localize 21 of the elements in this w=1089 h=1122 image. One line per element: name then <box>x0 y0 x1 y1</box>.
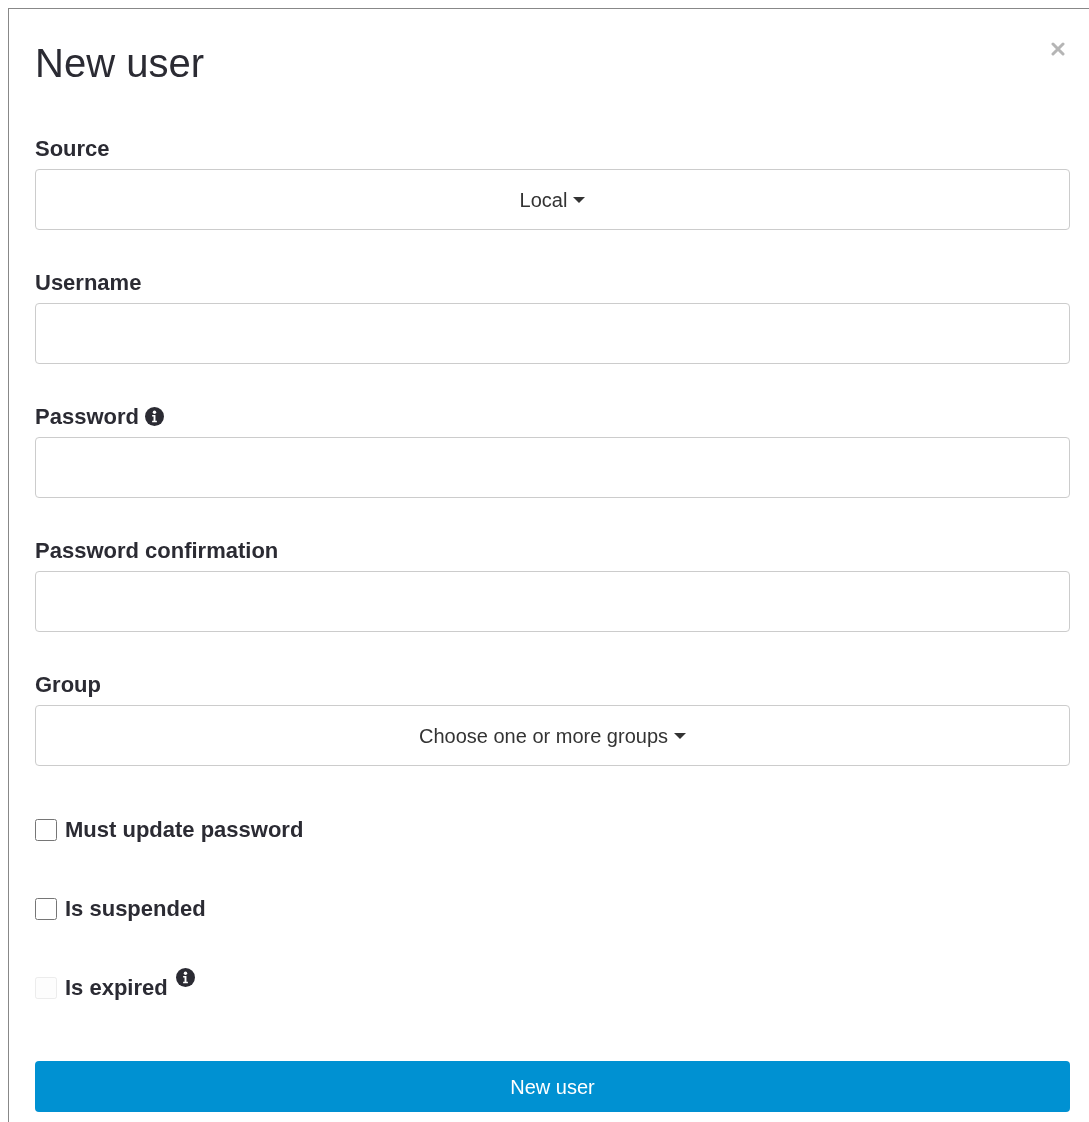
field-label: Username <box>35 268 142 297</box>
checkbox[interactable] <box>35 897 57 920</box>
checkbox-label: Is expired <box>65 974 168 1002</box>
dropdown-button[interactable]: Choose one or more groups <box>35 705 1070 766</box>
field-label: Source <box>35 134 110 163</box>
dropdown-button[interactable]: Local <box>35 169 1070 230</box>
field-label: Password <box>35 402 139 431</box>
close-icon <box>1051 42 1065 56</box>
field-label: Group <box>35 670 101 699</box>
field-label: Password confirmation <box>35 536 279 565</box>
dialog-title: New user <box>35 40 204 87</box>
new-user-button[interactable]: New user <box>35 1061 1070 1112</box>
checkbox-label: Must update password <box>65 816 304 844</box>
input-field[interactable] <box>35 437 1070 498</box>
checkbox[interactable] <box>35 818 57 841</box>
input-field[interactable] <box>35 303 1070 364</box>
close-button[interactable] <box>1051 42 1065 56</box>
caret-icon <box>573 196 586 203</box>
checkbox-label: Is suspended <box>65 895 206 923</box>
caret-icon <box>674 732 686 739</box>
input-field[interactable] <box>35 571 1070 632</box>
